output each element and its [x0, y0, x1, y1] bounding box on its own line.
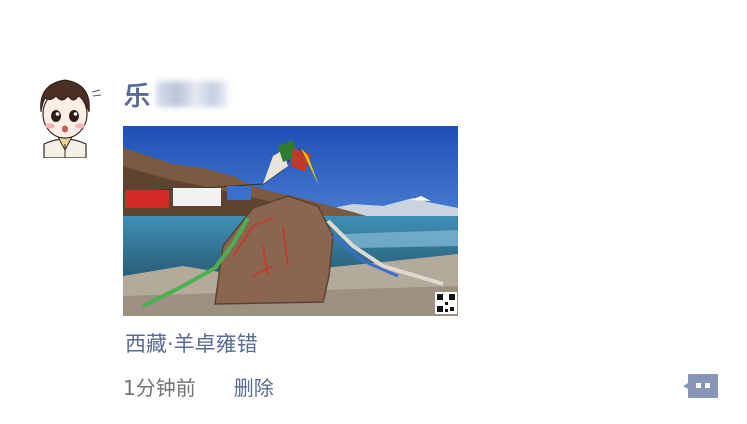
avatar[interactable]	[28, 74, 102, 159]
post-meta: 1分钟前 删除	[123, 372, 274, 401]
comment-button[interactable]	[683, 373, 719, 399]
username-blur	[156, 81, 229, 107]
cartoon-avatar-icon	[40, 79, 102, 159]
post-time: 1分钟前	[123, 376, 196, 400]
photo-image	[123, 126, 458, 316]
username[interactable]: 乐	[124, 74, 229, 114]
moments-post: 乐 西藏·羊卓雍错 1分钟前 删除	[0, 0, 747, 424]
location-link[interactable]: 西藏·羊卓雍错	[125, 328, 258, 358]
username-text: 乐	[124, 81, 153, 112]
delete-button[interactable]: 删除	[234, 372, 274, 401]
qr-code-icon	[435, 292, 457, 314]
post-photo[interactable]	[123, 126, 458, 316]
comment-bubble-icon	[683, 374, 718, 398]
